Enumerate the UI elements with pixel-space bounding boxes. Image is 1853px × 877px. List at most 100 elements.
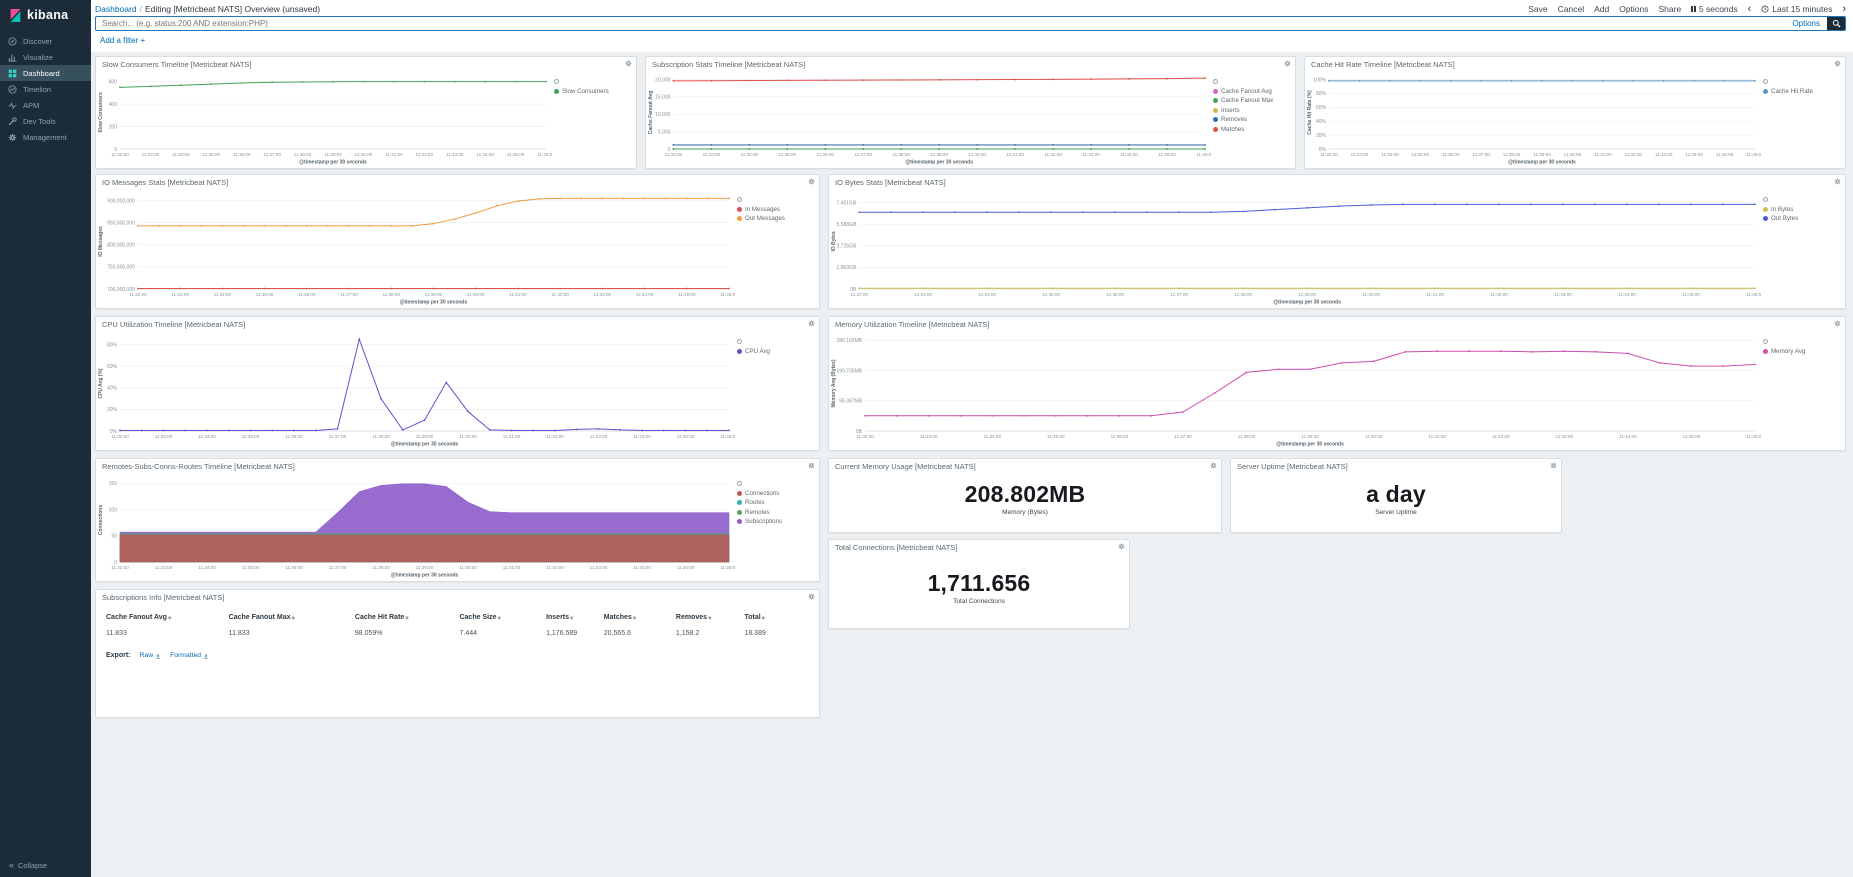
table-header-cache-hit-rate[interactable]: Cache Hit Rate◆	[353, 610, 458, 625]
table-header-cache-size[interactable]: Cache Size◆	[457, 610, 544, 625]
options-button[interactable]: Options	[1619, 4, 1648, 14]
legend-item-out-bytes[interactable]: Out Bytes	[1763, 215, 1843, 222]
legend-item-routes[interactable]: Routes	[737, 499, 817, 506]
table-header-matches[interactable]: Matches◆	[602, 610, 674, 625]
sidebar-item-visualize[interactable]: Visualize	[0, 49, 91, 65]
export-raw-link[interactable]: Raw	[140, 652, 162, 659]
legend-dot	[737, 519, 742, 524]
share-button[interactable]: Share	[1659, 4, 1682, 14]
kibana-logo[interactable]: kibana	[0, 0, 91, 33]
svg-text:11:42:00: 11:42:00	[416, 152, 434, 157]
panel-header[interactable]: Remotes-Subs-Conns-Routes Timeline [Metr…	[96, 459, 819, 473]
breadcrumb-dashboard-link[interactable]: Dashboard	[95, 4, 137, 14]
gear-icon[interactable]	[808, 462, 815, 469]
legend-toggle-icon[interactable]	[1213, 79, 1218, 84]
legend-item-slow-consumers[interactable]: Slow Consumers	[554, 88, 634, 95]
gear-icon[interactable]	[1834, 320, 1841, 327]
panel-header[interactable]: IO Messages Stats [Metricbeat NATS]	[96, 175, 819, 189]
cancel-button[interactable]: Cancel	[1558, 4, 1584, 14]
svg-text:11:37:00: 11:37:00	[1472, 152, 1490, 157]
panel-header[interactable]: Slow Consumers Timeline [Metricbeat NATS…	[96, 57, 636, 71]
panel-header[interactable]: IO Bytes Stats [Metricbeat NATS]	[829, 175, 1845, 189]
export-row: Export: Raw Formatted	[104, 642, 811, 669]
legend-item-out-messages[interactable]: Out Messages	[737, 215, 817, 222]
legend-item-connections[interactable]: Connections	[737, 490, 817, 497]
panel-io-bytes-stats: IO Bytes Stats [Metricbeat NATS] 0B1.863…	[828, 174, 1846, 309]
svg-text:190.735MB: 190.735MB	[837, 368, 863, 374]
legend-toggle-icon[interactable]	[1763, 79, 1768, 84]
sidebar-item-management[interactable]: Management	[0, 129, 91, 145]
panel-header[interactable]: Cache Hit Rate Timeline [Metricbeat NATS…	[1305, 57, 1845, 71]
time-range-button[interactable]: Last 15 minutes	[1761, 4, 1832, 14]
svg-text:IO Messages: IO Messages	[98, 226, 104, 257]
gear-icon[interactable]	[1834, 178, 1841, 185]
legend-item-cache-fanout-avg[interactable]: Cache Fanout Avg	[1213, 88, 1293, 95]
svg-text:11:35:00: 11:35:00	[1412, 152, 1430, 157]
svg-text:100: 100	[109, 507, 118, 513]
legend-item-remotes[interactable]: Remotes	[737, 509, 817, 516]
query-options-link[interactable]: Options	[1785, 17, 1827, 30]
svg-text:11:33:00: 11:33:00	[155, 565, 173, 570]
export-formatted-link[interactable]: Formatted	[170, 652, 209, 659]
legend-toggle-icon[interactable]	[737, 197, 742, 202]
sidebar-collapse-button[interactable]: « Collapse	[9, 861, 47, 870]
gear-icon[interactable]	[1284, 60, 1291, 67]
table-header-cache-fanout-avg[interactable]: Cache Fanout Avg◆	[104, 610, 227, 625]
legend-item-inserts[interactable]: Inserts	[1213, 107, 1293, 114]
legend-item-subscriptions[interactable]: Subscriptions	[737, 518, 817, 525]
sidebar-item-apm[interactable]: APM	[0, 97, 91, 113]
save-button[interactable]: Save	[1528, 4, 1547, 14]
add-button[interactable]: Add	[1594, 4, 1609, 14]
svg-text:11:45:00: 11:45:00	[678, 292, 696, 297]
gear-icon[interactable]	[625, 60, 632, 67]
legend-item-memory-avg[interactable]: Memory Avg	[1763, 348, 1843, 355]
panel-header[interactable]: Subscription Stats Timeline [Metricbeat …	[646, 57, 1295, 71]
gear-icon[interactable]	[808, 593, 815, 600]
legend-dot	[1213, 108, 1218, 113]
svg-text:11:39:00: 11:39:00	[1533, 152, 1551, 157]
table-header-removes[interactable]: Removes◆	[674, 610, 743, 625]
legend-item-cache-hit-rate[interactable]: Cache Hit Rate	[1763, 88, 1843, 95]
io-messages-chart: 700,000,000750,000,000800,000,000850,000…	[96, 189, 735, 307]
table-header-inserts[interactable]: Inserts◆	[544, 610, 602, 625]
legend-toggle-icon[interactable]	[1763, 197, 1768, 202]
legend-item-in-bytes[interactable]: In Bytes	[1763, 206, 1843, 213]
gear-icon[interactable]	[808, 320, 815, 327]
svg-text:11:45:00: 11:45:00	[1682, 292, 1700, 297]
refresh-interval-button[interactable]: 5 seconds	[1691, 4, 1737, 14]
search-button[interactable]	[1827, 17, 1845, 30]
gear-icon[interactable]	[1834, 60, 1841, 67]
legend-toggle-icon[interactable]	[737, 339, 742, 344]
svg-text:11:37:00: 11:37:00	[329, 434, 347, 439]
panel-header[interactable]: Memory Utilization Timeline [Metricbeat …	[829, 317, 1845, 331]
svg-text:11:32:00: 11:32:00	[1320, 152, 1338, 157]
legend-toggle-icon[interactable]	[1763, 339, 1768, 344]
legend-item-in-messages[interactable]: In Messages	[737, 206, 817, 213]
legend-item-cache-fanout-max[interactable]: Cache Fanout Max	[1213, 97, 1293, 104]
search-input[interactable]	[96, 17, 1785, 30]
legend-toggle-icon[interactable]	[737, 481, 742, 486]
wrench-icon	[8, 117, 17, 126]
timelion-icon	[8, 85, 17, 94]
sidebar-item-dev-tools[interactable]: Dev Tools	[0, 113, 91, 129]
time-back-button[interactable]: ‹	[1748, 5, 1752, 13]
time-forward-button[interactable]: ›	[1842, 5, 1846, 13]
table-header-total[interactable]: Total◆	[742, 610, 811, 625]
panel-header[interactable]: CPU Utilization Timeline [Metricbeat NAT…	[96, 317, 819, 331]
table-header-cache-fanout-max[interactable]: Cache Fanout Max◆	[227, 610, 353, 625]
legend-item-matches[interactable]: Matches	[1213, 126, 1293, 133]
svg-text:11:43:00: 11:43:00	[446, 152, 464, 157]
svg-text:11:38:00: 11:38:00	[372, 434, 390, 439]
legend-item-removes[interactable]: Removes	[1213, 116, 1293, 123]
sidebar-item-timelion[interactable]: Timelion	[0, 81, 91, 97]
sidebar-item-dashboard[interactable]: Dashboard	[0, 65, 91, 81]
add-filter-link[interactable]: Add a filter +	[100, 36, 145, 45]
gear-icon[interactable]	[808, 178, 815, 185]
legend-item-cpu-avg[interactable]: CPU Avg	[737, 348, 817, 355]
svg-text:Memory Avg (Bytes): Memory Avg (Bytes)	[831, 359, 837, 407]
panel-title: IO Messages Stats [Metricbeat NATS]	[102, 178, 228, 187]
sidebar-item-discover[interactable]: Discover	[0, 33, 91, 49]
panel-header[interactable]: Subscriptions Info [Metricbeat NATS]	[96, 590, 819, 604]
svg-text:800,000,000: 800,000,000	[107, 243, 135, 249]
legend-toggle-icon[interactable]	[554, 79, 559, 84]
